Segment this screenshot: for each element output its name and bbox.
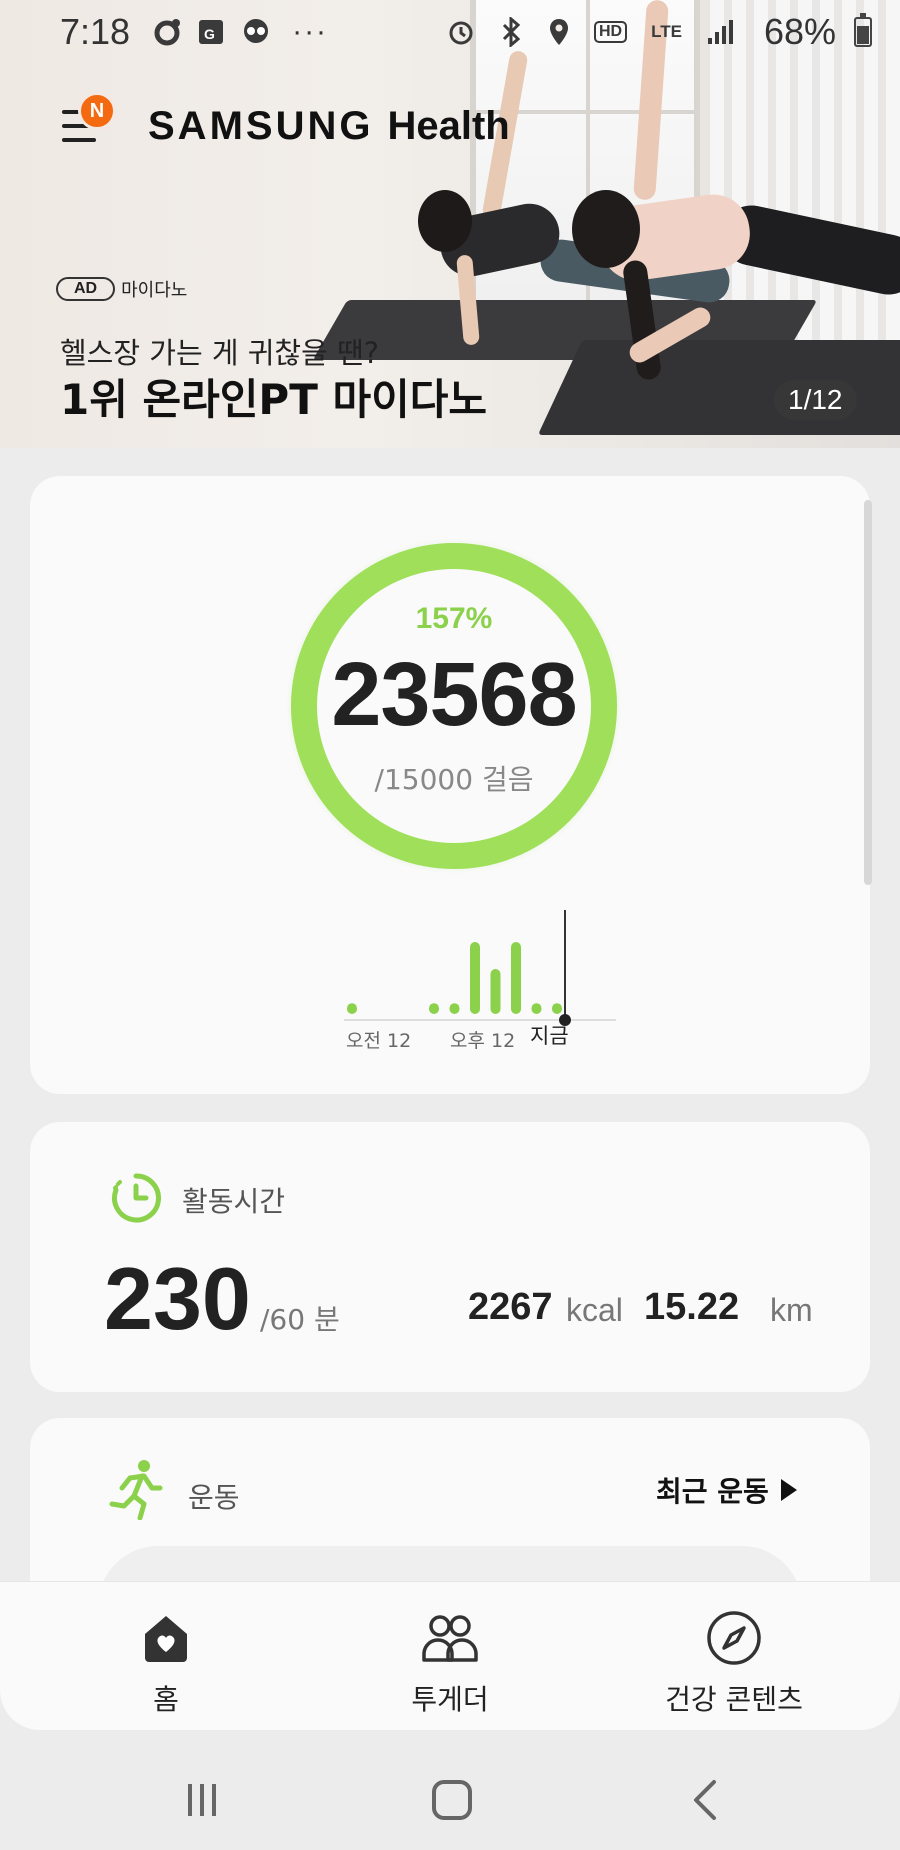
status-time: 7:18 bbox=[60, 11, 131, 52]
active-time-icon bbox=[112, 1173, 161, 1223]
hd-icon: HD bbox=[593, 21, 628, 43]
system-navigation-bar bbox=[0, 1730, 900, 1850]
calories-unit: kcal bbox=[566, 1292, 623, 1328]
active-time-value: 230 bbox=[104, 1249, 251, 1348]
battery-percent: 68% bbox=[763, 11, 836, 52]
model-head bbox=[418, 190, 472, 252]
signal-icon bbox=[706, 18, 734, 46]
steps-card[interactable]: 157% 23568 /15000 걸음 오전 12 오후 12 지금 bbox=[30, 476, 870, 1094]
steps-count: 23568 bbox=[331, 645, 577, 745]
exercise-label: 운동 bbox=[188, 1481, 240, 1514]
bottom-navigation: 홈 투게더 건강 콘텐츠 bbox=[0, 1582, 900, 1730]
active-time-goal: /60 분 bbox=[260, 1303, 340, 1336]
chart-bar bbox=[490, 969, 501, 1014]
home-icon[interactable] bbox=[422, 1770, 482, 1830]
location-icon bbox=[548, 17, 570, 47]
lte-label: LTE bbox=[651, 22, 682, 41]
scroll-indicator[interactable] bbox=[864, 500, 872, 885]
play-arrow-icon bbox=[780, 1479, 797, 1501]
active-time-card[interactable]: 활동시간 230 /60 분 2267 kcal 15.22 km bbox=[30, 1122, 870, 1392]
banner-title: 1위 온라인PT 마이다노 bbox=[60, 375, 488, 424]
chart-bar bbox=[531, 1003, 542, 1014]
ad-banner[interactable]: 7:18 G ··· HD LTE 68% N SAMSUNG Health A… bbox=[0, 0, 900, 448]
map-icon: G bbox=[196, 17, 226, 47]
chart-label-now: 지금 bbox=[530, 1024, 569, 1048]
nav-home[interactable]: 홈 bbox=[16, 1610, 316, 1718]
back-icon[interactable] bbox=[676, 1770, 736, 1830]
notification-badge: N bbox=[78, 92, 116, 130]
chart-bar bbox=[470, 942, 480, 1014]
status-bar: 7:18 G ··· HD LTE 68% bbox=[0, 0, 900, 64]
steps-goal: /15000 걸음 bbox=[374, 763, 534, 796]
chart-bar bbox=[429, 1003, 439, 1014]
recent-exercise-label: 최근 운동 bbox=[656, 1475, 769, 1508]
lte-icon: LTE bbox=[651, 22, 682, 42]
menu-line bbox=[62, 138, 96, 142]
steps-ring: 157% 23568 /15000 걸음 bbox=[284, 536, 624, 876]
model-head bbox=[572, 190, 640, 268]
nav-health-content-label: 건강 콘텐츠 bbox=[665, 1683, 803, 1716]
chart-bar bbox=[347, 1003, 357, 1014]
alarm-icon bbox=[446, 17, 476, 47]
steps-percent: 157% bbox=[415, 602, 493, 635]
app-title-brand: SAMSUNG bbox=[148, 104, 374, 148]
advertiser-name: 마이다노 bbox=[121, 280, 188, 301]
compass-icon bbox=[704, 1610, 764, 1666]
recents-icon[interactable] bbox=[172, 1770, 232, 1830]
nav-together-label: 투게더 bbox=[411, 1683, 489, 1716]
app-title-product: Health bbox=[387, 104, 510, 148]
app-title: SAMSUNG Health bbox=[148, 104, 510, 149]
more-notifications: ··· bbox=[292, 15, 329, 48]
hd-label: HD bbox=[598, 23, 623, 40]
running-icon bbox=[109, 1460, 163, 1520]
nav-health-content[interactable]: 건강 콘텐츠 bbox=[584, 1610, 884, 1718]
people-icon bbox=[420, 1610, 480, 1666]
chart-label-pm: 오후 12 bbox=[450, 1030, 516, 1052]
chart-bar bbox=[449, 1003, 460, 1014]
ad-tag: AD 마이다노 bbox=[56, 276, 187, 302]
nav-together[interactable]: 투게더 bbox=[300, 1610, 600, 1718]
distance-unit: km bbox=[770, 1292, 813, 1328]
nav-home-label: 홈 bbox=[153, 1683, 179, 1716]
chart-bar bbox=[511, 942, 521, 1014]
ad-badge: AD bbox=[56, 277, 116, 301]
distance-value: 15.22 bbox=[644, 1286, 740, 1328]
active-time-label: 활동시간 bbox=[182, 1185, 286, 1218]
chart-bar bbox=[552, 1003, 562, 1014]
banner-pager: 1/12 bbox=[774, 380, 857, 420]
svg-text:G: G bbox=[204, 26, 215, 42]
calories-value: 2267 bbox=[468, 1286, 553, 1328]
sync-icon bbox=[152, 17, 182, 47]
chart-label-am: 오전 12 bbox=[346, 1030, 412, 1052]
battery-icon bbox=[854, 13, 872, 47]
skull-icon bbox=[240, 17, 272, 47]
bluetooth-icon bbox=[500, 17, 524, 47]
recent-exercise-link[interactable]: 최근 운동 bbox=[656, 1470, 797, 1510]
steps-mini-chart: 오전 12 오후 12 지금 bbox=[340, 910, 620, 1060]
home-heart-icon bbox=[136, 1610, 196, 1666]
